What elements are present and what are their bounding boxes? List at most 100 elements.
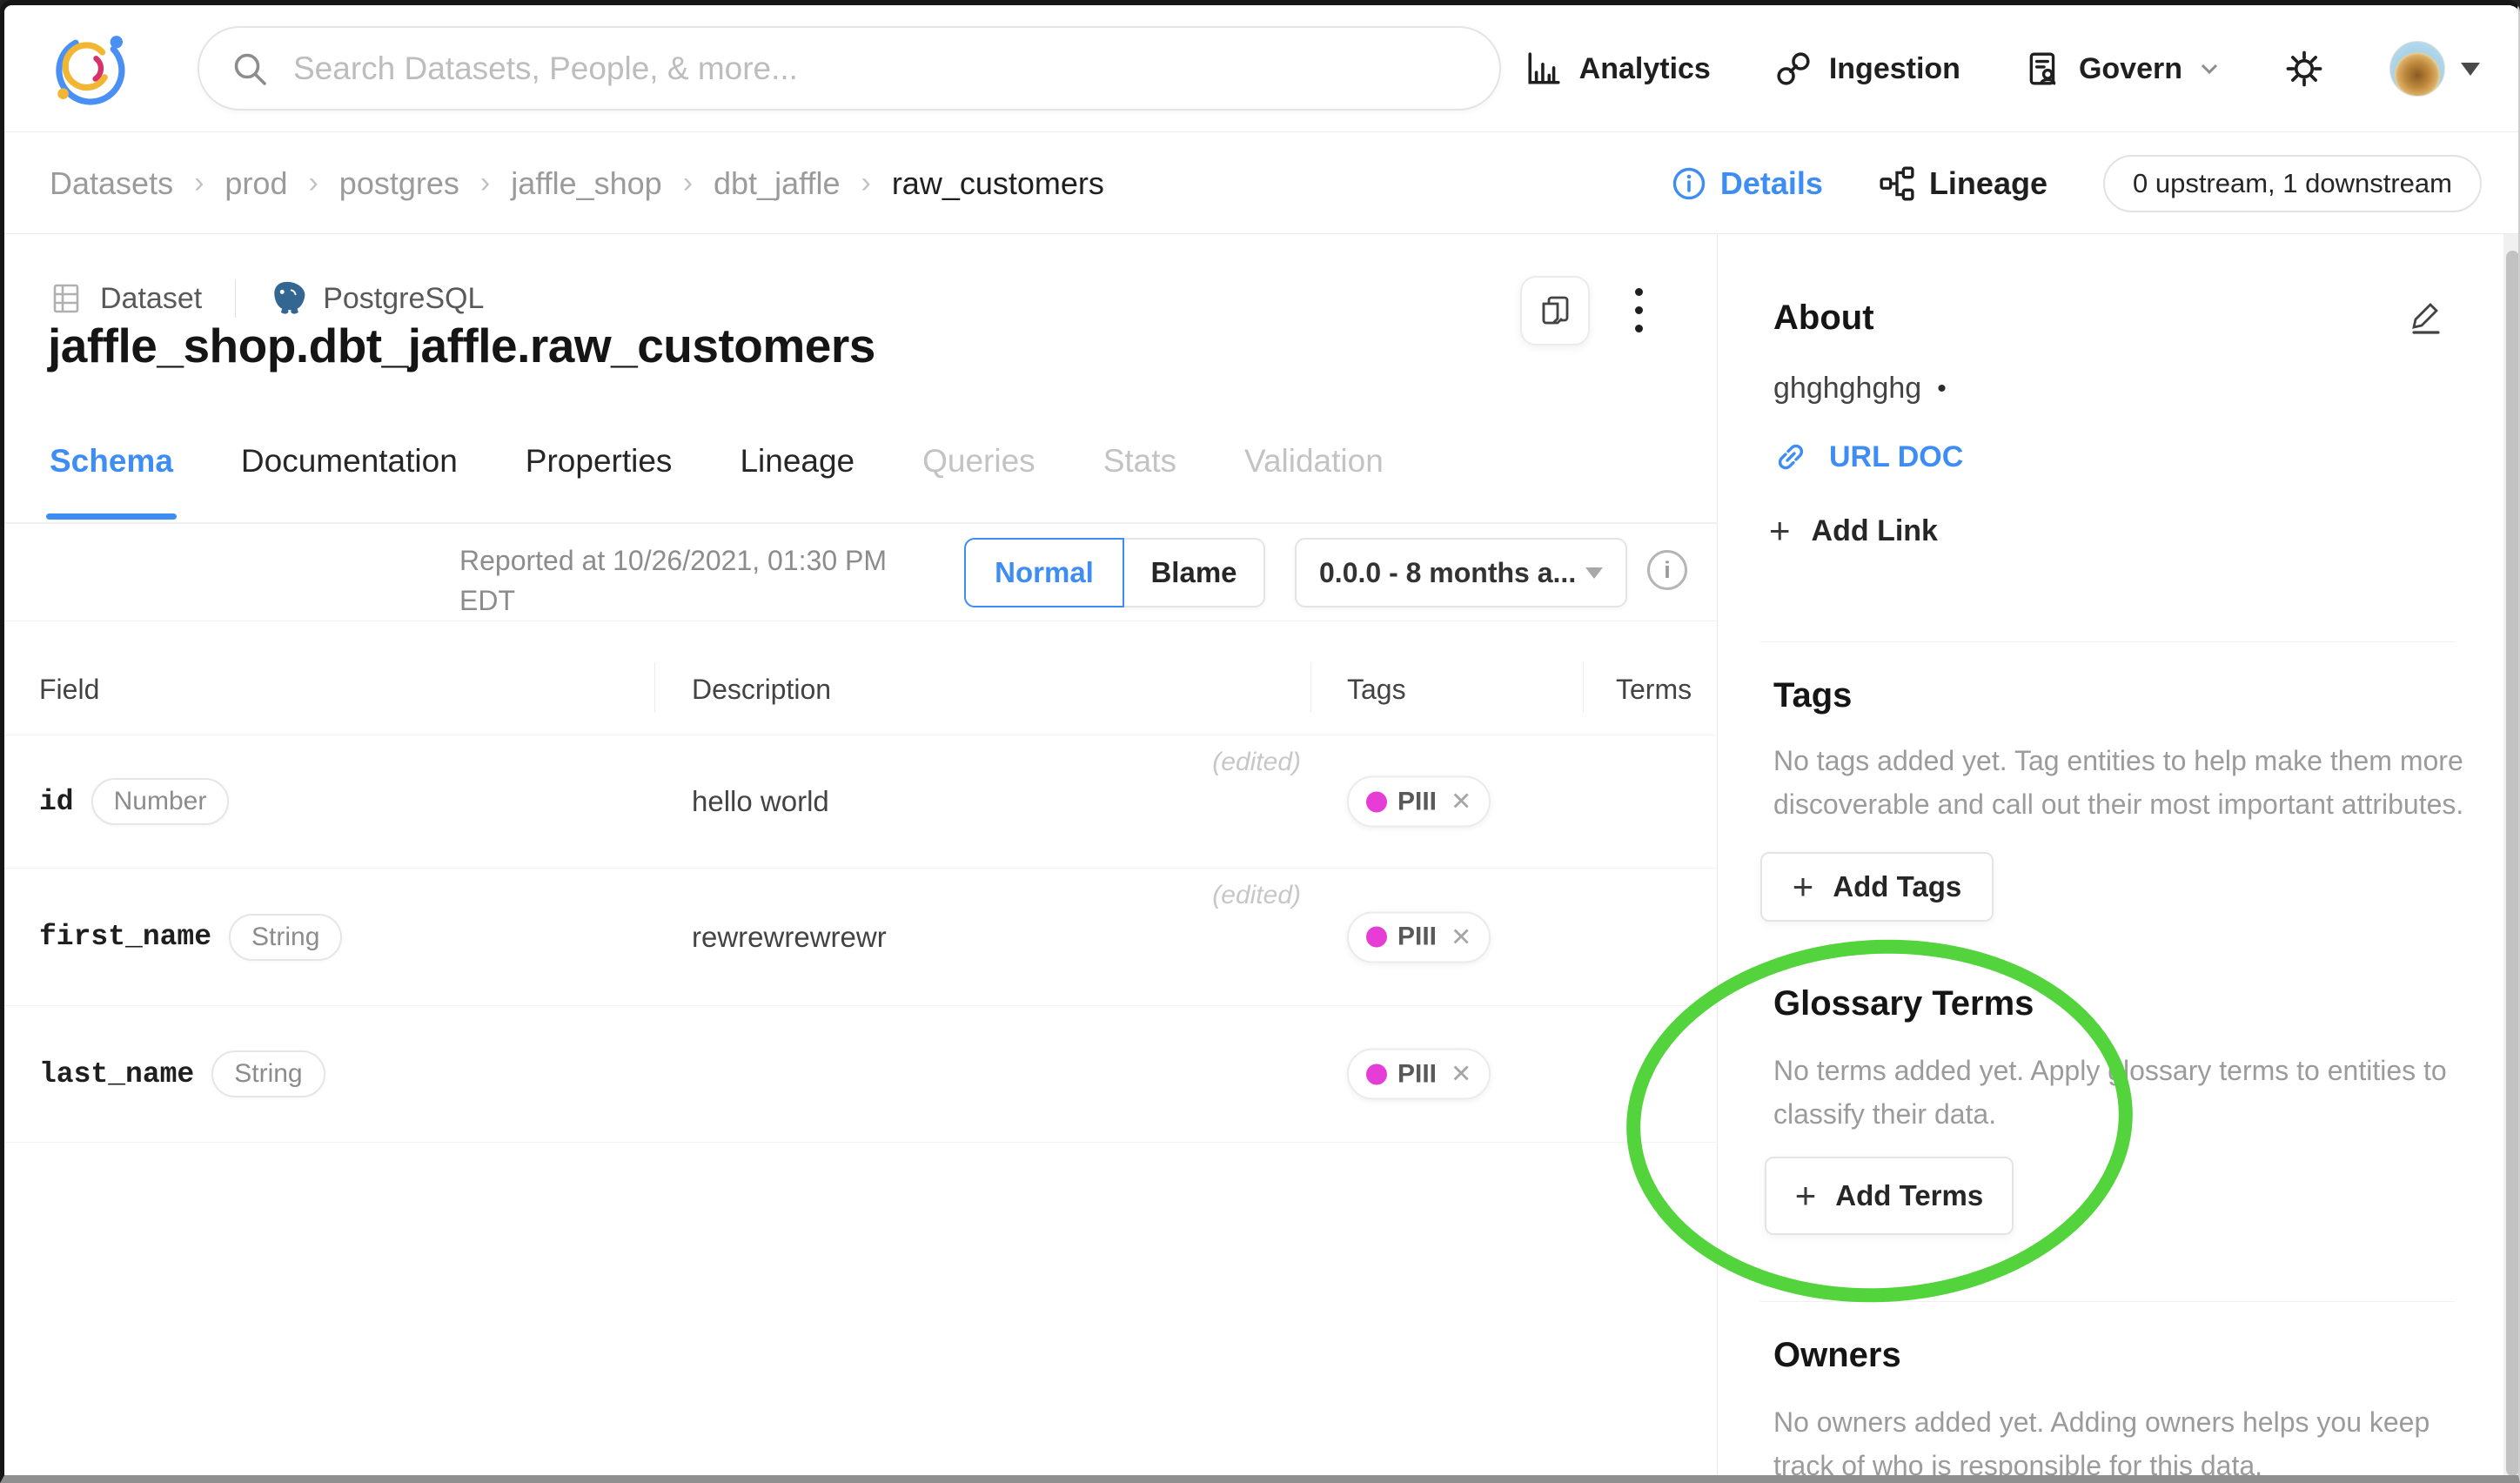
- add-terms-button[interactable]: + Add Terms: [1765, 1157, 2014, 1235]
- breadcrumb: Datasets › prod › postgres › jaffle_shop…: [50, 132, 1104, 234]
- link-icon: [1773, 440, 1808, 474]
- more-options-button[interactable]: [1630, 283, 1648, 338]
- tag-pill[interactable]: PIII ✕: [1347, 1049, 1491, 1100]
- field-type-badge: String: [211, 1050, 325, 1097]
- version-selector[interactable]: 0.0.0 - 8 months a...: [1295, 538, 1627, 607]
- schema-info-icon[interactable]: i: [1647, 550, 1687, 590]
- owners-empty-text: No owners added yet. Adding owners helps…: [1773, 1400, 2470, 1483]
- glossary-empty-text: No terms added yet. Apply glossary terms…: [1773, 1049, 2470, 1136]
- column-separator: [654, 662, 655, 713]
- details-label: Details: [1720, 165, 1823, 202]
- remove-tag-icon[interactable]: ✕: [1451, 1059, 1471, 1090]
- tags-heading: Tags: [1773, 676, 1852, 715]
- lineage-summary-badge[interactable]: 0 upstream, 1 downstream: [2103, 155, 2482, 212]
- tags-empty-text: No tags added yet. Tag entities to help …: [1773, 739, 2470, 826]
- nav-govern[interactable]: Govern: [2025, 50, 2219, 87]
- tab-documentation[interactable]: Documentation: [241, 443, 458, 520]
- edit-pencil-icon[interactable]: [2406, 299, 2443, 335]
- datahub-logo-icon[interactable]: [52, 28, 131, 108]
- sidebar-divider: [1760, 1301, 2455, 1302]
- copy-icon: [1538, 293, 1572, 328]
- breadcrumb-prod[interactable]: prod: [225, 165, 287, 202]
- tab-properties[interactable]: Properties: [526, 443, 673, 520]
- nav-ingestion[interactable]: Ingestion: [1775, 50, 1960, 87]
- gear-icon: [2283, 48, 2325, 90]
- breadcrumb-postgres[interactable]: postgres: [339, 165, 459, 202]
- breadcrumb-dbt-jaffle[interactable]: dbt_jaffle: [714, 165, 840, 202]
- schema-row-id: id Number (edited) hello world PIII ✕: [4, 735, 1718, 869]
- remove-tag-icon[interactable]: ✕: [1451, 922, 1471, 952]
- field-cell: first_name String: [39, 869, 342, 1005]
- field-cell: id Number: [39, 735, 229, 868]
- entity-tabs: Schema Documentation Properties Lineage …: [50, 443, 1384, 520]
- add-tags-button[interactable]: + Add Tags: [1760, 852, 1994, 922]
- description-cell[interactable]: hello world: [692, 785, 829, 818]
- field-name: first_name: [39, 921, 211, 953]
- page-title: jaffle_shop.dbt_jaffle.raw_customers: [48, 318, 875, 373]
- column-separator: [1583, 662, 1584, 713]
- entity-type-label: Dataset: [100, 282, 202, 316]
- breadcrumb-datasets[interactable]: Datasets: [50, 165, 173, 202]
- breadcrumb-separator: ›: [308, 166, 318, 200]
- view-actions: Details Lineage 0 upstream, 1 downstream: [1672, 132, 2482, 234]
- postgresql-icon: [269, 279, 305, 318]
- column-header-tags: Tags: [1347, 674, 1406, 706]
- doc-link[interactable]: URL DOC: [1773, 440, 1963, 474]
- details-toggle[interactable]: Details: [1672, 165, 1823, 202]
- chevron-down-icon: [2200, 63, 2219, 76]
- tab-schema[interactable]: Schema: [50, 443, 173, 520]
- tab-validation: Validation: [1244, 443, 1384, 520]
- breadcrumb-separator: ›: [194, 166, 204, 200]
- global-search: [198, 26, 1501, 111]
- copy-urn-button[interactable]: [1520, 276, 1590, 346]
- settings-button[interactable]: [2283, 48, 2325, 90]
- analytics-icon: [1525, 50, 1562, 87]
- tag-pill[interactable]: PIII ✕: [1347, 911, 1491, 963]
- add-link-button[interactable]: + Add Link: [1769, 513, 1938, 549]
- field-type-badge: Number: [91, 778, 230, 825]
- user-avatar[interactable]: [2389, 41, 2445, 97]
- blame-view-button[interactable]: Blame: [1124, 538, 1265, 607]
- entity-main-panel: Dataset PostgreSQL jaffle_shop.dbt_jaffl…: [4, 234, 1718, 1483]
- tag-label: PIII: [1397, 923, 1437, 952]
- tag-color-dot: [1366, 791, 1387, 812]
- bullet-separator: •: [1937, 374, 1947, 404]
- tag-label: PIII: [1397, 787, 1437, 816]
- breadcrumb-separator: ›: [683, 166, 693, 200]
- tag-pill[interactable]: PIII ✕: [1347, 776, 1491, 828]
- top-nav: Analytics Ingestion Govern: [4, 5, 2518, 132]
- owners-heading: Owners: [1773, 1336, 1901, 1375]
- breadcrumb-current: raw_customers: [892, 165, 1104, 202]
- normal-view-button[interactable]: Normal: [964, 538, 1124, 607]
- user-menu-caret-icon: [2461, 63, 2480, 76]
- breadcrumb-separator: ›: [861, 166, 870, 200]
- remove-tag-icon[interactable]: ✕: [1451, 787, 1471, 817]
- lineage-label: Lineage: [1929, 165, 2048, 202]
- nav-menu: Analytics Ingestion Govern: [1525, 5, 2480, 132]
- schema-view-toggle: Normal Blame: [964, 538, 1265, 607]
- version-selector-value: 0.0.0 - 8 months a...: [1319, 557, 1576, 589]
- platform-label: PostgreSQL: [323, 282, 484, 316]
- column-header-description: Description: [692, 674, 831, 706]
- about-description[interactable]: ghghghghg •: [1773, 372, 1947, 406]
- search-input[interactable]: [292, 50, 1468, 88]
- about-heading: About: [1773, 299, 1874, 338]
- plus-icon: +: [1793, 869, 1814, 905]
- app-window: Analytics Ingestion Govern: [0, 0, 2520, 1483]
- plus-icon: +: [1795, 1178, 1817, 1214]
- tab-stats: Stats: [1103, 443, 1176, 520]
- description-cell[interactable]: rewrewrewrewr: [692, 921, 887, 954]
- schema-row-last-name: last_name String PIII ✕: [4, 1006, 1718, 1143]
- scrollbar-thumb[interactable]: [2506, 251, 2519, 1476]
- breadcrumb-bar: Datasets › prod › postgres › jaffle_shop…: [4, 132, 2518, 234]
- field-name: last_name: [39, 1058, 194, 1090]
- tag-label: PIII: [1397, 1059, 1437, 1089]
- tab-lineage[interactable]: Lineage: [740, 443, 855, 520]
- edited-flag: (edited): [1212, 881, 1301, 910]
- breadcrumb-jaffle-shop[interactable]: jaffle_shop: [511, 165, 661, 202]
- user-menu[interactable]: [2389, 41, 2480, 97]
- nav-analytics[interactable]: Analytics: [1525, 50, 1711, 87]
- govern-icon: [2025, 50, 2061, 87]
- schema-row-first-name: first_name String (edited) rewrewrewrewr…: [4, 869, 1718, 1006]
- lineage-toggle[interactable]: Lineage: [1879, 165, 2048, 202]
